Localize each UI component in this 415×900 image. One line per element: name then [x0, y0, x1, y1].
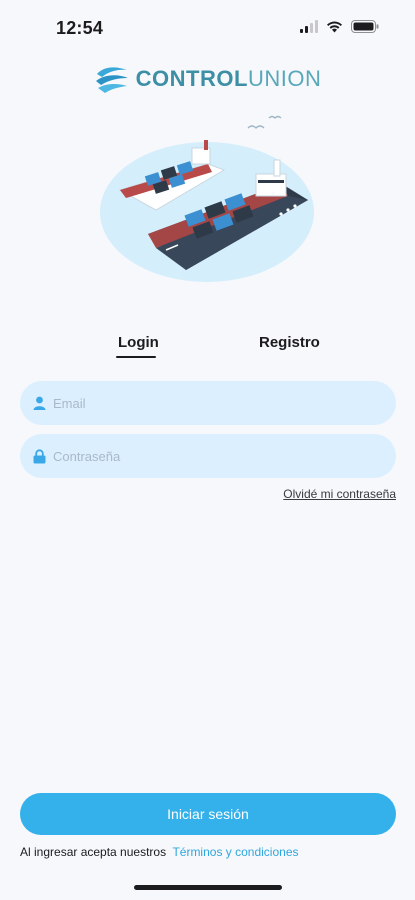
- tab-registro[interactable]: Registro: [259, 334, 320, 351]
- battery-icon: [351, 20, 379, 33]
- user-icon: [31, 395, 47, 411]
- terms-notice: Al ingresar acepta nuestros Términos y c…: [20, 845, 299, 859]
- terms-link[interactable]: Términos y condiciones: [172, 845, 298, 859]
- lock-icon: [31, 448, 47, 464]
- password-input[interactable]: [53, 448, 373, 464]
- forgot-password-link[interactable]: Olvidé mi contraseña: [283, 487, 396, 501]
- cargo-ships-illustration: [100, 115, 314, 282]
- email-input[interactable]: [53, 395, 373, 411]
- brand-name: CONTROLUNION: [135, 66, 322, 91]
- auth-tabs: Login Registro: [0, 334, 415, 366]
- login-button[interactable]: Iniciar sesión: [20, 793, 396, 835]
- status-time: 12:54: [56, 18, 104, 38]
- wifi-icon: [327, 21, 342, 33]
- login-screen: 12:54 CONTROLUNION Login Registro Email …: [0, 0, 415, 900]
- waves-logo-icon: [95, 67, 128, 93]
- active-tab-indicator: [116, 356, 156, 358]
- email-field[interactable]: [20, 381, 396, 425]
- status-icons: [300, 20, 379, 33]
- signal-icon: [300, 20, 318, 33]
- home-indicator[interactable]: [134, 885, 282, 890]
- terms-prefix: Al ingresar acepta nuestros: [20, 845, 167, 859]
- brand-logo: CONTROLUNION: [0, 64, 415, 94]
- tab-login[interactable]: Login: [118, 334, 159, 351]
- password-field[interactable]: [20, 434, 396, 478]
- status-bar: 12:54: [0, 0, 415, 56]
